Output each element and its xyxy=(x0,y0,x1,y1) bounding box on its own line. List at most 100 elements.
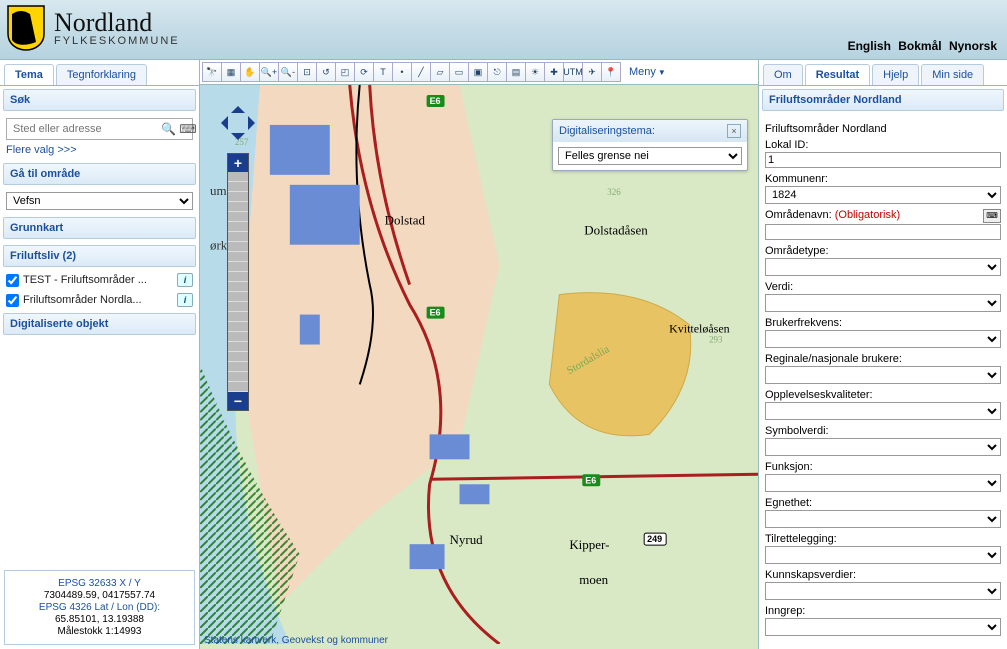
map-attribution: Statens kartverk, Geovekst og kommuner xyxy=(204,635,388,646)
funksjon-select[interactable] xyxy=(765,474,1001,492)
lokal-id-input[interactable] xyxy=(765,152,1001,168)
tab-tegnforklaring[interactable]: Tegnforklaring xyxy=(56,64,147,85)
map-panel: 🔭▦✋🔍+🔍-⊡↺◰⟳T•╱▱▭▣⎋▤☀✚UTM✈📍 Meny▼ xyxy=(200,60,759,649)
pan-icon[interactable]: ✋ xyxy=(240,62,260,82)
symbolverdi-select[interactable] xyxy=(765,438,1001,456)
map-toolbar: 🔭▦✋🔍+🔍-⊡↺◰⟳T•╱▱▭▣⎋▤☀✚UTM✈📍 Meny▼ xyxy=(200,60,758,85)
right-tabs: Om Resultat Hjelp Min side xyxy=(759,60,1007,86)
omraadetype-select[interactable] xyxy=(765,258,1001,276)
zoom-prev-icon[interactable]: ↺ xyxy=(316,62,336,82)
kommunenr-select[interactable]: 1824 xyxy=(765,186,1001,204)
keyboard-icon[interactable]: ⌨ xyxy=(180,121,196,137)
tab-tema[interactable]: Tema xyxy=(4,64,54,85)
kunnskap-select[interactable] xyxy=(765,582,1001,600)
zoom-in-button[interactable]: + xyxy=(228,154,248,172)
verdi-select[interactable] xyxy=(765,294,1001,312)
zoom-out-icon[interactable]: 🔍- xyxy=(278,62,298,82)
search-input[interactable] xyxy=(11,122,157,136)
svg-text:E6: E6 xyxy=(430,96,441,106)
select-icon[interactable]: ▣ xyxy=(468,62,488,82)
egnethet-select[interactable] xyxy=(765,510,1001,528)
layer-checkbox[interactable] xyxy=(6,274,19,287)
brukerfrekvens-select[interactable] xyxy=(765,330,1001,348)
funksjon-label: Funksjon: xyxy=(765,461,1001,473)
pan-up[interactable] xyxy=(231,99,245,113)
zoom-in-icon[interactable]: 🔍+ xyxy=(259,62,279,82)
svg-text:E6: E6 xyxy=(585,475,596,485)
layer-label: Friluftsområder Nordla... xyxy=(23,294,173,306)
toolbar-menu[interactable]: Meny▼ xyxy=(629,66,666,78)
zoom-box-icon[interactable]: ◰ xyxy=(335,62,355,82)
pan-right[interactable] xyxy=(248,116,262,130)
result-header: Friluftsområder Nordland xyxy=(762,89,1004,111)
result-form: Friluftsområder Nordland Lokal ID: Kommu… xyxy=(759,114,1007,649)
text-icon[interactable]: T xyxy=(373,62,393,82)
opplevelse-select[interactable] xyxy=(765,402,1001,420)
epsg-4326-label[interactable]: EPSG 4326 Lat / Lon (DD): xyxy=(11,602,188,613)
goto-icon[interactable]: ✈ xyxy=(582,62,602,82)
svg-text:moen: moen xyxy=(579,572,608,587)
lang-nynorsk[interactable]: Nynorsk xyxy=(949,39,997,53)
omraadenavn-input[interactable] xyxy=(765,224,1001,240)
draw-line-icon[interactable]: ╱ xyxy=(411,62,431,82)
tilrettelegging-select[interactable] xyxy=(765,546,1001,564)
pan-control xyxy=(214,99,262,147)
tab-hjelp[interactable]: Hjelp xyxy=(872,64,919,85)
digitaliserte-header[interactable]: Digitaliserte objekt xyxy=(3,313,196,335)
zoom-track[interactable] xyxy=(228,172,248,392)
logo: Nordland FYLKESKOMMUNE xyxy=(6,4,180,52)
info-icon[interactable]: i xyxy=(177,293,193,307)
info-icon[interactable]: i xyxy=(177,273,193,287)
draw-point-icon[interactable]: • xyxy=(392,62,412,82)
kunnskap-label: Kunnskapsverdier: xyxy=(765,569,1001,581)
plus-red-icon[interactable]: ✚ xyxy=(544,62,564,82)
refresh-icon[interactable]: ⟳ xyxy=(354,62,374,82)
utm-icon[interactable]: UTM xyxy=(563,62,583,82)
split-icon[interactable]: ⎋ xyxy=(487,62,507,82)
lang-english[interactable]: English xyxy=(848,39,891,53)
language-switch: English Bokmål Nynorsk xyxy=(844,39,997,53)
pan-left[interactable] xyxy=(214,116,228,130)
layer-checkbox[interactable] xyxy=(6,294,19,307)
digitizing-theme-box: Digitaliseringstema: × Felles grense nei xyxy=(552,119,748,171)
epsg-32633-label[interactable]: EPSG 32633 X / Y xyxy=(11,578,188,589)
goto-select[interactable]: Vefsn xyxy=(6,192,193,210)
draw-rect-icon[interactable]: ▭ xyxy=(449,62,469,82)
sun-icon[interactable]: ☀ xyxy=(525,62,545,82)
reginale-select[interactable] xyxy=(765,366,1001,384)
friluftsliv-header[interactable]: Friluftsliv (2) xyxy=(3,245,196,267)
svg-text:Kvitteløåsen: Kvitteløåsen xyxy=(669,322,730,336)
left-tabs: Tema Tegnforklaring xyxy=(0,60,199,86)
layers-icon[interactable]: ▦ xyxy=(221,62,241,82)
reginale-label: Reginale/nasjonale brukere: xyxy=(765,353,1001,365)
basemap-header[interactable]: Grunnkart xyxy=(3,217,196,239)
brukerfrekvens-label: Brukerfrekvens: xyxy=(765,317,1001,329)
zoom-extent-icon[interactable]: ⊡ xyxy=(297,62,317,82)
digitizing-theme-select[interactable]: Felles grense nei xyxy=(558,147,742,165)
pan-down[interactable] xyxy=(231,133,245,147)
map-canvas[interactable]: E6 E6 E6 249 ums-ørket Dolstad Dolstadås… xyxy=(200,85,758,649)
draw-poly-icon[interactable]: ▱ xyxy=(430,62,450,82)
kommunenr-label: Kommunenr: xyxy=(765,173,1001,185)
lang-bokmal[interactable]: Bokmål xyxy=(898,39,941,53)
tab-min-side[interactable]: Min side xyxy=(921,64,984,85)
tab-resultat[interactable]: Resultat xyxy=(805,64,870,85)
goto-header: Gå til område xyxy=(3,163,196,185)
zoom-out-button[interactable]: − xyxy=(228,392,248,410)
org-sub: FYLKESKOMMUNE xyxy=(54,36,180,47)
svg-text:293: 293 xyxy=(709,335,723,345)
hatch-icon[interactable]: ▤ xyxy=(506,62,526,82)
digitizing-theme-label: Digitaliseringstema: xyxy=(559,125,655,137)
binoculars-icon[interactable]: 🔭 xyxy=(202,62,222,82)
tab-om[interactable]: Om xyxy=(763,64,803,85)
search-icon[interactable]: 🔍 xyxy=(161,121,176,137)
marker-icon[interactable]: 📍 xyxy=(601,62,621,82)
app-header: Nordland FYLKESKOMMUNE English Bokmål Ny… xyxy=(0,0,1007,60)
search-more-link[interactable]: Flere valg >>> xyxy=(6,144,193,156)
zoom-slider[interactable]: + − xyxy=(227,153,249,411)
close-icon[interactable]: × xyxy=(727,124,741,138)
search-header: Søk xyxy=(3,89,196,111)
layer-label: TEST - Friluftsområder ... xyxy=(23,274,173,286)
keyboard-icon[interactable]: ⌨ xyxy=(983,209,1001,223)
inngrep-select[interactable] xyxy=(765,618,1001,636)
